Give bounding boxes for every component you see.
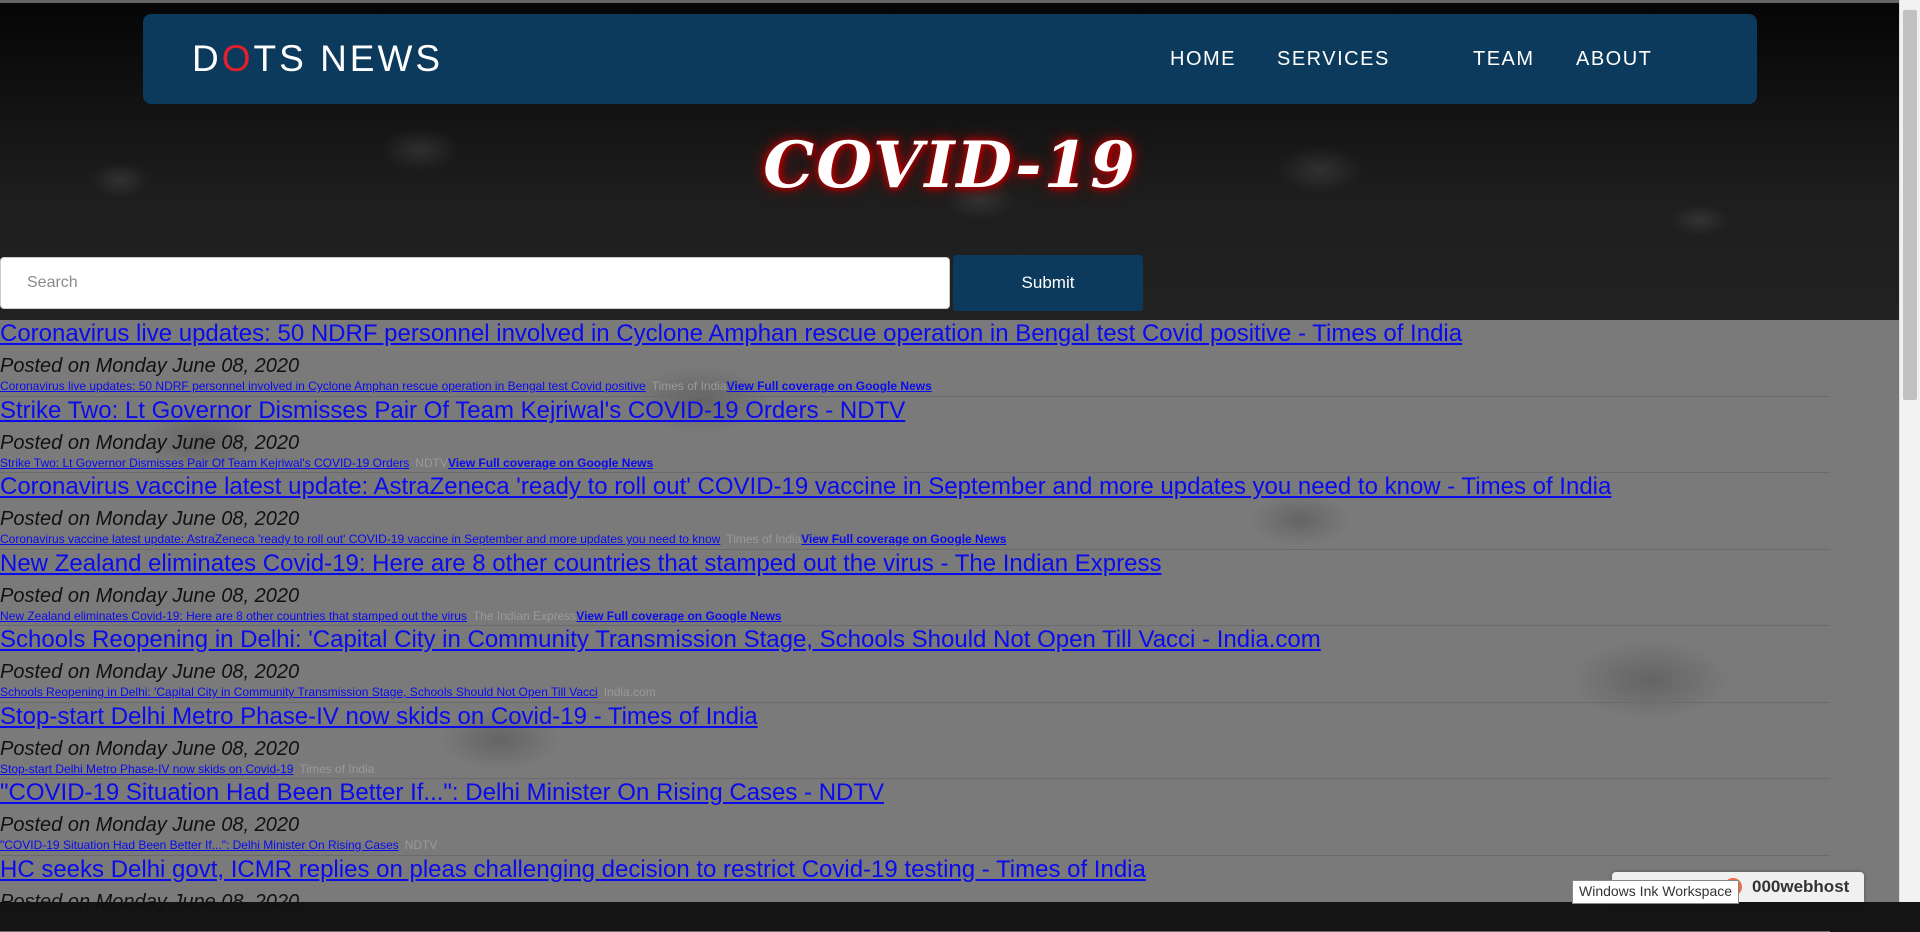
posted-date: Posted on Monday June 08, 2020 (0, 508, 299, 531)
news-meta: Schools Reopening in Delhi: 'Capital Cit… (0, 685, 656, 699)
full-coverage-link[interactable]: View Full coverage on Google News (576, 609, 781, 623)
posted-date: Posted on Monday June 08, 2020 (0, 432, 299, 455)
news-source: The Indian Express (473, 609, 576, 623)
news-item: Stop-start Delhi Metro Phase-IV now skid… (0, 703, 1830, 780)
posted-date: Posted on Monday June 08, 2020 (0, 738, 299, 761)
news-item: Schools Reopening in Delhi: 'Capital Cit… (0, 626, 1830, 703)
news-summary-link[interactable]: Stop-start Delhi Metro Phase-IV now skid… (0, 762, 293, 776)
news-meta: New Zealand eliminates Covid-19: Here ar… (0, 609, 781, 623)
news-headline-link[interactable]: Coronavirus live updates: 50 NDRF person… (0, 320, 1462, 348)
news-meta: Stop-start Delhi Metro Phase-IV now skid… (0, 762, 374, 776)
news-item: New Zealand eliminates Covid-19: Here ar… (0, 550, 1830, 627)
logo-text: TS NEWS (254, 38, 444, 79)
submit-button[interactable]: Submit (953, 255, 1143, 311)
news-item: "COVID-19 Situation Had Been Better If..… (0, 779, 1830, 856)
news-summary-link[interactable]: "COVID-19 Situation Had Been Better If..… (0, 838, 399, 852)
news-source: NDTV (415, 456, 448, 470)
top-border (0, 0, 1900, 3)
nav-home[interactable]: HOME (1170, 48, 1236, 71)
vertical-scrollbar[interactable] (1899, 0, 1920, 902)
posted-date: Posted on Monday June 08, 2020 (0, 661, 299, 684)
nav-services[interactable]: SERVICES (1277, 48, 1390, 71)
news-meta: Strike Two: Lt Governor Dismisses Pair O… (0, 456, 653, 470)
news-summary-link[interactable]: Coronavirus vaccine latest update: Astra… (0, 532, 720, 546)
logo-letter-d: D (192, 38, 222, 79)
full-coverage-link[interactable]: View Full coverage on Google News (801, 532, 1006, 546)
news-summary-link[interactable]: Coronavirus live updates: 50 NDRF person… (0, 379, 646, 393)
navbar: DOTS NEWS HOME SERVICES TEAM ABOUT (143, 14, 1757, 104)
news-list: Coronavirus live updates: 50 NDRF person… (0, 320, 1830, 932)
news-meta: "COVID-19 Situation Had Been Better If..… (0, 838, 437, 852)
news-headline-link[interactable]: Stop-start Delhi Metro Phase-IV now skid… (0, 703, 758, 731)
posted-date: Posted on Monday June 08, 2020 (0, 891, 299, 914)
news-item: Coronavirus vaccine latest update: Astra… (0, 473, 1830, 550)
posted-date: Posted on Monday June 08, 2020 (0, 814, 299, 837)
news-item: Coronavirus live updates: 50 NDRF person… (0, 320, 1830, 397)
news-summary-link[interactable]: Strike Two: Lt Governor Dismisses Pair O… (0, 456, 409, 470)
news-headline-link[interactable]: Coronavirus vaccine latest update: Astra… (0, 473, 1611, 501)
hosting-badge-text: 000webhost (1752, 877, 1849, 897)
news-source: Times of India (299, 762, 374, 776)
news-headline-link[interactable]: "COVID-19 Situation Had Been Better If..… (0, 779, 884, 807)
logo-letter-o: O (222, 38, 254, 79)
news-headline-link[interactable]: HC seeks Delhi govt, ICMR replies on ple… (0, 856, 1146, 884)
news-headline-link[interactable]: Schools Reopening in Delhi: 'Capital Cit… (0, 626, 1321, 654)
news-item: Strike Two: Lt Governor Dismisses Pair O… (0, 397, 1830, 474)
news-source: Times of India (726, 532, 801, 546)
news-meta: Coronavirus vaccine latest update: Astra… (0, 532, 1006, 546)
nav-team[interactable]: TEAM (1473, 48, 1535, 71)
scrollbar-thumb[interactable] (1903, 10, 1917, 400)
news-source: NDTV (405, 838, 438, 852)
news-meta: Coronavirus live updates: 50 NDRF person… (0, 379, 932, 393)
hero-title: COVID-19 (0, 128, 1900, 203)
full-coverage-link[interactable]: View Full coverage on Google News (727, 379, 932, 393)
site-logo[interactable]: DOTS NEWS (192, 38, 443, 80)
news-headline-link[interactable]: Strike Two: Lt Governor Dismisses Pair O… (0, 397, 905, 425)
search-input[interactable] (0, 257, 950, 309)
news-source: Times of India (652, 379, 727, 393)
posted-date: Posted on Monday June 08, 2020 (0, 585, 299, 608)
nav-about[interactable]: ABOUT (1576, 48, 1652, 71)
posted-date: Posted on Monday June 08, 2020 (0, 355, 299, 378)
tooltip: Windows Ink Workspace (1572, 880, 1739, 904)
news-item: HC seeks Delhi govt, ICMR replies on ple… (0, 856, 1830, 932)
news-summary-link[interactable]: New Zealand eliminates Covid-19: Here ar… (0, 609, 467, 623)
full-coverage-link[interactable]: View Full coverage on Google News (448, 456, 653, 470)
news-summary-link[interactable]: Schools Reopening in Delhi: 'Capital Cit… (0, 685, 598, 699)
news-headline-link[interactable]: New Zealand eliminates Covid-19: Here ar… (0, 550, 1161, 578)
news-source: India.com (604, 685, 656, 699)
